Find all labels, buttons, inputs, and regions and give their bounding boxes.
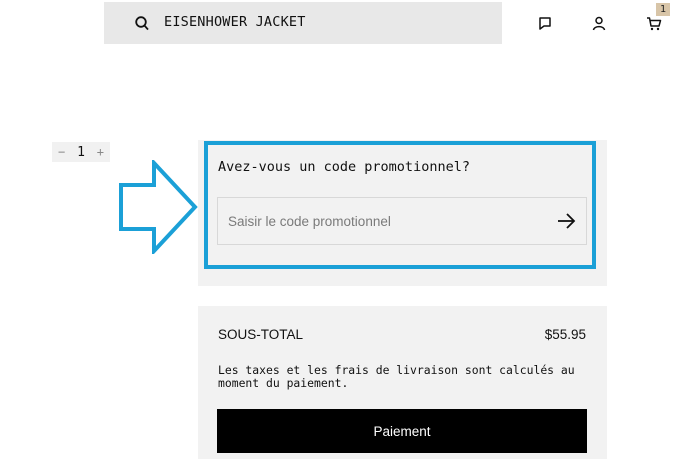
quantity-decrease-button[interactable]: − <box>58 145 65 159</box>
search-bar[interactable]: EISENHOWER JACKET <box>104 2 502 44</box>
checkout-button[interactable]: Paiement <box>217 409 587 453</box>
promo-code-field[interactable] <box>217 197 587 245</box>
annotation-arrow-icon <box>119 160 198 254</box>
tax-note: Les taxes et les frais de livraison sont… <box>218 363 575 390</box>
quantity-value: 1 <box>77 144 85 160</box>
subtotal-value: $55.95 <box>544 327 586 342</box>
quantity-stepper[interactable]: − 1 + <box>52 142 110 162</box>
cart-count-badge: 1 <box>656 3 670 16</box>
subtotal-label: SOUS-TOTAL <box>218 327 304 342</box>
search-icon <box>135 16 149 31</box>
chat-icon[interactable] <box>537 15 553 31</box>
promo-code-input[interactable] <box>228 198 548 244</box>
user-icon[interactable] <box>591 15 607 31</box>
quantity-increase-button[interactable]: + <box>97 145 104 159</box>
cart-icon[interactable] <box>646 15 662 31</box>
arrow-right-icon[interactable] <box>554 210 578 232</box>
search-query[interactable]: EISENHOWER JACKET <box>164 14 306 30</box>
promo-title: Avez-vous un code promotionnel? <box>218 159 470 175</box>
